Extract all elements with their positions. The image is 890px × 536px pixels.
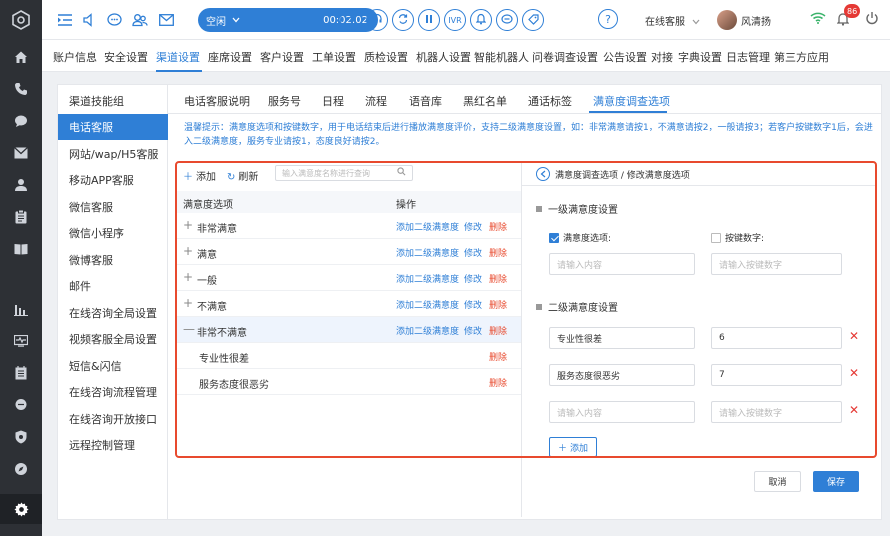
highlight-frame bbox=[175, 161, 877, 458]
compass-icon[interactable] bbox=[0, 454, 42, 484]
mail-icon[interactable] bbox=[156, 10, 176, 30]
sidebar-item-sms[interactable]: 短信&闪信 bbox=[58, 353, 168, 379]
main-nav: 账户信息 安全设置 渠道设置 座席设置 客户设置 工单设置 质检设置 机器人设置… bbox=[42, 40, 890, 72]
tab-phone-intro[interactable]: 电话客服说明 bbox=[184, 93, 250, 109]
tag-icon bbox=[527, 13, 539, 27]
online-status-label: 在线客服 bbox=[645, 17, 685, 28]
nav-item-log[interactable]: 日志管理 bbox=[726, 49, 770, 65]
nav-item-account[interactable]: 账户信息 bbox=[53, 49, 97, 65]
sidebar-item-phone[interactable]: 电话客服 bbox=[58, 114, 168, 140]
sidebar-item-skill-group[interactable]: 渠道技能组 bbox=[58, 88, 168, 114]
chat-bubble-icon[interactable] bbox=[104, 10, 124, 30]
nav-item-security[interactable]: 安全设置 bbox=[104, 49, 148, 65]
sidebar-item-email[interactable]: 邮件 bbox=[58, 273, 168, 299]
app-frame: 空闲 00:02:02 IVR ? 在线客服 风清扬 86 账户信息 安全设置 … bbox=[0, 0, 890, 536]
answer-button[interactable] bbox=[366, 9, 388, 31]
sidebar-item-app[interactable]: 移动APP客服 bbox=[58, 167, 168, 193]
transfer-icon bbox=[397, 13, 409, 27]
sidebar-item-flow[interactable]: 在线咨询流程管理 bbox=[58, 379, 168, 405]
clipboard-icon[interactable] bbox=[0, 202, 42, 232]
nav-item-survey[interactable]: 问卷调查设置 bbox=[532, 49, 598, 65]
message-button[interactable] bbox=[496, 9, 518, 31]
monitor-pulse-icon[interactable] bbox=[0, 326, 42, 356]
online-status-select[interactable]: 在线客服 bbox=[645, 13, 700, 28]
volume-icon[interactable] bbox=[79, 10, 99, 30]
hangup-button[interactable] bbox=[340, 9, 362, 31]
user-icon[interactable] bbox=[0, 170, 42, 200]
pause-button[interactable] bbox=[418, 9, 440, 31]
transfer-button[interactable] bbox=[392, 9, 414, 31]
nav-item-third-party[interactable]: 第三方应用 bbox=[774, 49, 829, 65]
nav-item-dictionary[interactable]: 字典设置 bbox=[678, 49, 722, 65]
message-bubble-icon[interactable] bbox=[0, 390, 42, 420]
sidebar-item-online-global[interactable]: 在线咨询全局设置 bbox=[58, 300, 168, 326]
agent-status: 空闲 bbox=[206, 16, 226, 28]
tab-flow[interactable]: 流程 bbox=[365, 93, 387, 109]
phone-hangup-icon bbox=[345, 15, 357, 25]
tab-service-number[interactable]: 服务号 bbox=[268, 93, 301, 109]
nav-item-channel[interactable]: 渠道设置 bbox=[156, 49, 200, 65]
wifi-icon bbox=[810, 12, 826, 28]
subtab-active-underline bbox=[589, 111, 667, 113]
nav-item-customer[interactable]: 客户设置 bbox=[260, 49, 304, 65]
nav-item-ticket[interactable]: 工单设置 bbox=[312, 49, 356, 65]
app-logo-icon bbox=[0, 4, 42, 36]
tab-call-tags[interactable]: 通话标签 bbox=[528, 93, 572, 109]
tip-text: 温馨提示：满意度选项和按键数字，用于电话结束后进行播放满意度评价，支持二级满意度… bbox=[184, 123, 873, 147]
tab-blacklist[interactable]: 黑红名单 bbox=[463, 93, 507, 109]
sidebar-item-remote[interactable]: 远程控制管理 bbox=[58, 432, 168, 458]
tab-voice-library[interactable]: 语音库 bbox=[409, 93, 442, 109]
bell-icon bbox=[475, 13, 487, 27]
save-button[interactable]: 保存 bbox=[813, 471, 859, 492]
headset-icon bbox=[371, 13, 383, 27]
chat-icon bbox=[501, 13, 513, 27]
sidebar-item-open-api[interactable]: 在线咨询开放接口 bbox=[58, 406, 168, 432]
sidebar-item-wechat[interactable]: 微信客服 bbox=[58, 194, 168, 220]
tab-satisfaction[interactable]: 满意度调查选项 bbox=[593, 93, 670, 109]
sidebar-item-video-global[interactable]: 视频客服全局设置 bbox=[58, 326, 168, 352]
notification-badge: 86 bbox=[844, 4, 861, 18]
nav-item-robot[interactable]: 机器人设置 bbox=[416, 49, 471, 65]
collapse-menu-icon[interactable] bbox=[55, 10, 75, 30]
help-button[interactable]: ? bbox=[598, 9, 618, 29]
home-icon[interactable] bbox=[0, 42, 42, 72]
top-bar: 空闲 00:02:02 IVR ? 在线客服 风清扬 86 bbox=[42, 0, 890, 40]
contacts-icon[interactable] bbox=[130, 10, 150, 30]
icon-rail bbox=[0, 0, 42, 536]
alert-button[interactable] bbox=[470, 9, 492, 31]
subtab-divider bbox=[168, 113, 881, 114]
power-icon[interactable] bbox=[865, 11, 879, 29]
sidebar-item-weibo[interactable]: 微博客服 bbox=[58, 247, 168, 273]
help-icon: ? bbox=[605, 12, 611, 26]
tag-button[interactable] bbox=[522, 9, 544, 31]
chevron-down-icon bbox=[692, 17, 700, 28]
sidebar-item-miniprogram[interactable]: 微信小程序 bbox=[58, 220, 168, 246]
nav-item-qc[interactable]: 质检设置 bbox=[364, 49, 408, 65]
ivr-label: IVR bbox=[448, 15, 462, 25]
pause-icon bbox=[424, 14, 434, 26]
user-name[interactable]: 风清扬 bbox=[741, 13, 771, 28]
mail-icon[interactable] bbox=[0, 138, 42, 168]
phone-icon[interactable] bbox=[0, 74, 42, 104]
tab-schedule[interactable]: 日程 bbox=[322, 93, 344, 109]
channel-sidebar: 渠道技能组 电话客服 网站/wap/H5客服 移动APP客服 微信客服 微信小程… bbox=[58, 85, 168, 519]
user-avatar[interactable] bbox=[717, 10, 737, 30]
bar-chart-icon[interactable] bbox=[0, 294, 42, 324]
ivr-button[interactable]: IVR bbox=[444, 9, 466, 31]
book-icon[interactable] bbox=[0, 234, 42, 264]
nav-item-integration[interactable]: 对接 bbox=[651, 49, 673, 65]
calendar-list-icon[interactable] bbox=[0, 358, 42, 388]
nav-item-smart-robot[interactable]: 智能机器人 bbox=[474, 49, 529, 65]
nav-item-seat[interactable]: 座席设置 bbox=[208, 49, 252, 65]
cancel-button[interactable]: 取消 bbox=[754, 471, 801, 492]
chevron-down-icon bbox=[232, 15, 240, 26]
chat-icon[interactable] bbox=[0, 106, 42, 136]
settings-gear-icon[interactable] bbox=[0, 494, 42, 524]
shield-icon[interactable] bbox=[0, 422, 42, 452]
content-panel: 渠道技能组 电话客服 网站/wap/H5客服 移动APP客服 微信客服 微信小程… bbox=[57, 84, 882, 520]
nav-active-underline bbox=[156, 70, 202, 72]
nav-item-notice[interactable]: 公告设置 bbox=[603, 49, 647, 65]
sidebar-item-web[interactable]: 网站/wap/H5客服 bbox=[58, 141, 168, 167]
